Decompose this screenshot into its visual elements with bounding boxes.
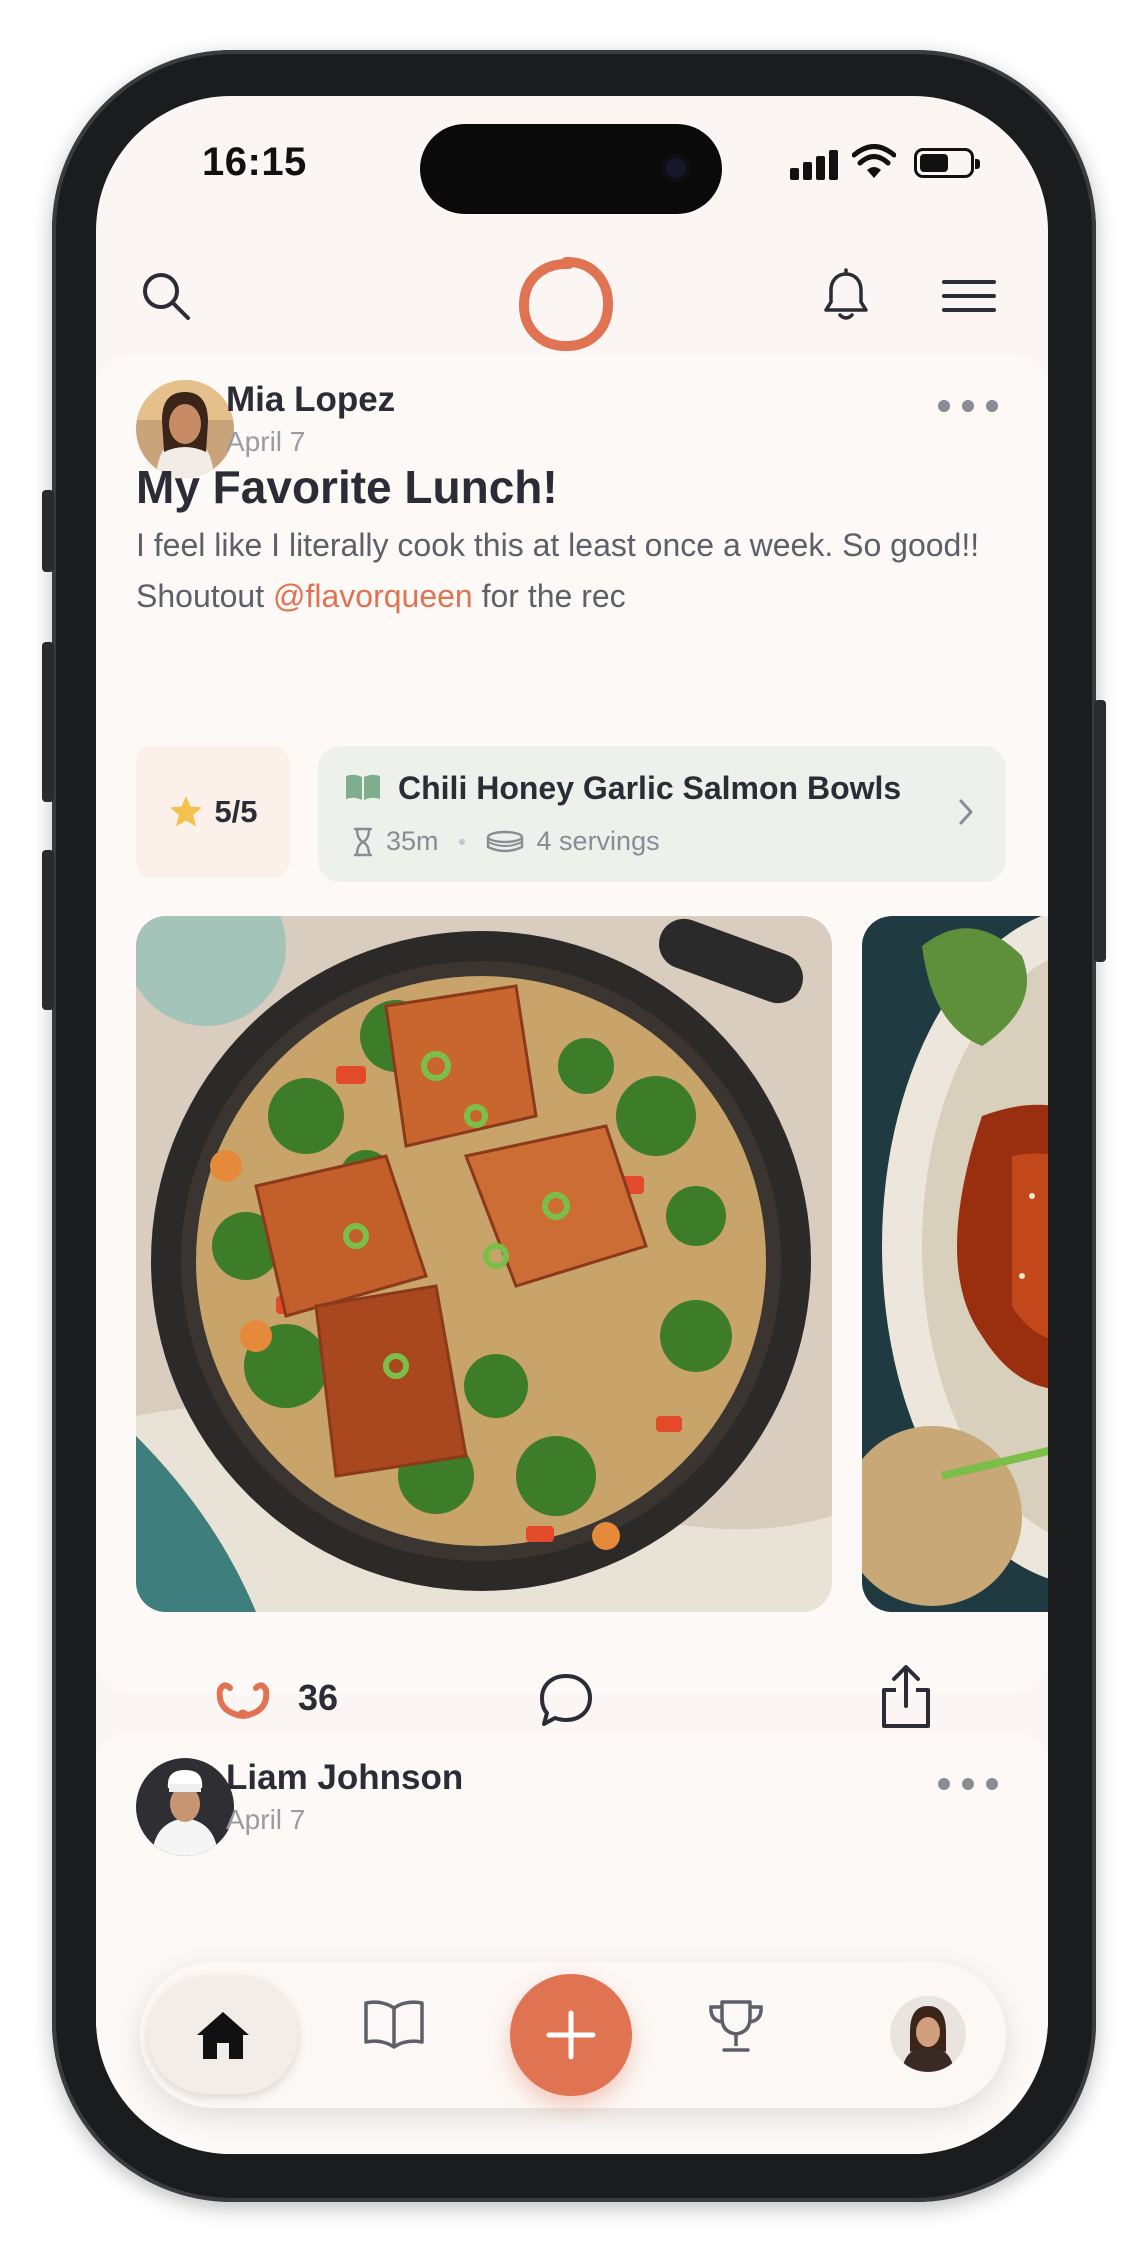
menu-button[interactable] [934, 264, 1004, 328]
post-photo[interactable] [136, 916, 832, 1612]
user-mention-link[interactable]: @flavorqueen [273, 578, 473, 614]
notifications-button[interactable] [814, 264, 878, 328]
home-icon [197, 2012, 249, 2059]
book-icon [364, 2000, 424, 2049]
nav-challenges[interactable] [706, 1998, 766, 2061]
status-bar: 16:15 [96, 96, 1048, 216]
recipe-meta: 35m 4 servings [352, 826, 660, 857]
rating-value: 5/5 [214, 794, 258, 829]
plates-icon [486, 830, 523, 852]
app-logo[interactable] [516, 254, 616, 354]
post-date: April 7 [226, 1804, 306, 1835]
post-options-button[interactable] [938, 1774, 998, 1794]
author-avatar[interactable] [136, 1758, 234, 1856]
rating-badge: 5/5 [136, 746, 290, 878]
bottom-navigation [140, 1962, 1006, 2108]
post-body-text-end: for the rec [472, 578, 626, 614]
post-options-button[interactable] [938, 396, 998, 416]
hourglass-icon [353, 827, 373, 856]
recipe-time: 35m [386, 826, 439, 856]
app-header [96, 236, 1048, 356]
feed-post: Mia Lopez April 7 My Favorite Lunch! I f… [96, 354, 1048, 1728]
post-body: I feel like I literally cook this at lea… [136, 520, 996, 622]
post-title: My Favorite Lunch! [136, 461, 558, 513]
like-count: 36 [298, 1677, 339, 1718]
open-book-icon [346, 774, 380, 800]
star-icon [170, 796, 203, 827]
trophy-icon [709, 2000, 763, 2052]
chevron-right-icon [959, 799, 973, 825]
bell-icon [824, 268, 868, 320]
more-dots-icon [938, 1778, 950, 1790]
face-like-icon [216, 1682, 270, 1720]
nav-recipes[interactable] [362, 1998, 426, 2055]
comment-button[interactable] [536, 1670, 596, 1735]
post-photo-next[interactable] [862, 916, 1048, 1612]
app-screen: 16:15 Mia Lopez April 7 My Favorite Lunc… [96, 96, 1048, 2154]
like-button[interactable]: 36 [214, 1676, 338, 1720]
search-button[interactable] [134, 264, 198, 328]
search-icon [143, 273, 190, 320]
recipe-link-card[interactable]: Chili Honey Garlic Salmon Bowls 35m 4 se… [318, 746, 1006, 882]
cellular-signal-icon [790, 150, 840, 180]
nav-profile-avatar[interactable] [890, 1996, 966, 2072]
wifi-icon [852, 144, 896, 178]
post-author-name[interactable]: Liam Johnson [226, 1758, 463, 1798]
share-icon [882, 1665, 930, 1728]
dynamic-island [420, 124, 722, 214]
more-dots-icon [938, 400, 950, 412]
post-date: April 7 [226, 426, 306, 457]
status-time: 16:15 [202, 140, 307, 184]
plus-icon [546, 2010, 596, 2060]
hamburger-menu-icon [942, 280, 996, 312]
recipe-name: Chili Honey Garlic Salmon Bowls [398, 770, 902, 806]
share-button[interactable] [878, 1664, 934, 1735]
post-author-name[interactable]: Mia Lopez [226, 380, 395, 420]
nav-home[interactable] [148, 1976, 298, 2094]
comment-bubble-icon [540, 1674, 592, 1726]
battery-icon [914, 148, 980, 178]
create-post-button[interactable] [510, 1974, 632, 2096]
recipe-servings: 4 servings [536, 826, 660, 856]
